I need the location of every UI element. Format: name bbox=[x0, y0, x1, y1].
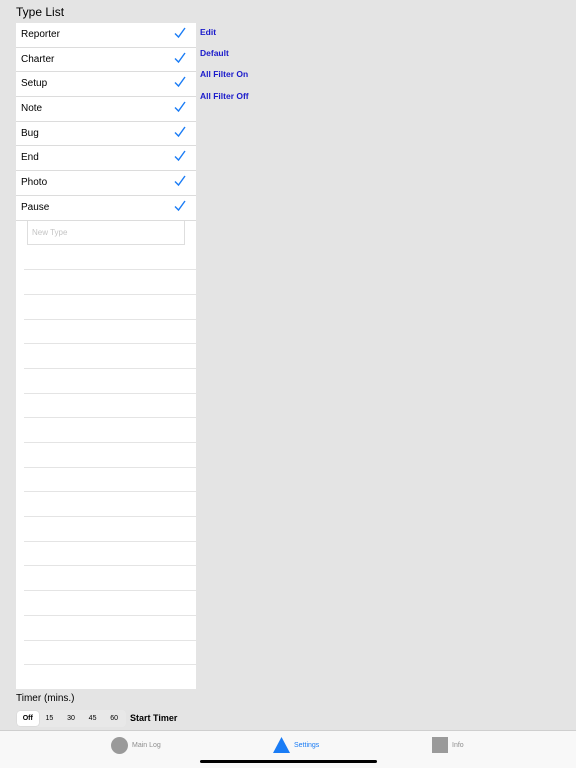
all-filter-off-button[interactable]: All Filter Off bbox=[200, 91, 249, 101]
timer-option-30[interactable]: 30 bbox=[60, 711, 82, 726]
type-list: Reporter Charter Setup Note Bug End Phot… bbox=[16, 23, 196, 689]
home-indicator bbox=[200, 760, 377, 763]
tab-label: Info bbox=[452, 741, 464, 749]
timer-option-60[interactable]: 60 bbox=[103, 711, 125, 726]
checkmark-icon bbox=[174, 27, 186, 39]
type-label: Photo bbox=[21, 177, 48, 189]
checkmark-icon bbox=[174, 200, 186, 211]
empty-row bbox=[24, 665, 196, 689]
empty-row bbox=[24, 270, 196, 295]
type-row-note[interactable]: Note bbox=[16, 97, 196, 122]
timer-label: Timer (mins.) bbox=[16, 693, 75, 704]
timer-option-45[interactable]: 45 bbox=[82, 711, 104, 726]
empty-row bbox=[24, 394, 196, 419]
empty-row bbox=[24, 468, 196, 493]
timer-option-15[interactable]: 15 bbox=[39, 711, 61, 726]
type-label: Setup bbox=[21, 78, 48, 90]
type-label: Bug bbox=[21, 127, 39, 139]
default-button[interactable]: Default bbox=[200, 48, 229, 58]
new-type-input[interactable] bbox=[27, 220, 185, 245]
tab-settings[interactable]: Settings bbox=[273, 737, 319, 753]
type-label: Pause bbox=[21, 201, 50, 213]
empty-row bbox=[24, 591, 196, 616]
type-row-setup[interactable]: Setup bbox=[16, 72, 196, 98]
timer-option-off[interactable]: Off bbox=[17, 711, 39, 726]
empty-row bbox=[24, 517, 196, 542]
empty-row bbox=[24, 320, 196, 345]
tab-label: Settings bbox=[294, 741, 320, 749]
type-row-reporter[interactable]: Reporter bbox=[16, 23, 196, 48]
empty-row bbox=[24, 492, 196, 518]
section-title: Type List bbox=[16, 5, 65, 19]
empty-row bbox=[24, 246, 196, 271]
checkmark-icon bbox=[174, 76, 186, 88]
empty-row bbox=[24, 641, 196, 666]
empty-row bbox=[24, 566, 196, 592]
start-timer-button[interactable]: Start Timer bbox=[130, 713, 177, 723]
tab-info[interactable]: Info bbox=[432, 737, 464, 753]
triangle-icon bbox=[273, 737, 290, 753]
type-row-charter[interactable]: Charter bbox=[16, 48, 196, 73]
tab-label: Main Log bbox=[132, 742, 161, 749]
checkmark-icon bbox=[174, 151, 186, 162]
checkmark-icon bbox=[174, 52, 186, 63]
square-icon bbox=[432, 737, 448, 753]
empty-row bbox=[24, 295, 196, 320]
timer-segmented-control: Off 15 30 45 60 bbox=[16, 710, 126, 727]
type-row-end[interactable]: End bbox=[16, 146, 196, 172]
empty-row bbox=[24, 369, 196, 394]
type-label: Reporter bbox=[21, 29, 60, 40]
new-type-row bbox=[16, 220, 196, 246]
empty-row bbox=[24, 344, 196, 369]
checkmark-icon bbox=[174, 101, 186, 113]
tab-main-log[interactable]: Main Log bbox=[111, 737, 161, 754]
empty-row bbox=[24, 443, 196, 468]
checkmark-icon bbox=[174, 126, 186, 137]
type-row-bug[interactable]: Bug bbox=[16, 122, 196, 147]
empty-row bbox=[24, 616, 196, 641]
all-filter-on-button[interactable]: All Filter On bbox=[200, 69, 248, 79]
checkmark-icon bbox=[174, 175, 186, 187]
edit-button[interactable]: Edit bbox=[200, 27, 216, 37]
type-label: End bbox=[21, 152, 39, 164]
type-row-pause[interactable]: Pause bbox=[16, 196, 196, 221]
type-row-photo[interactable]: Photo bbox=[16, 171, 196, 196]
type-label: Note bbox=[21, 103, 43, 115]
empty-row bbox=[24, 542, 196, 567]
type-label: Charter bbox=[21, 53, 55, 65]
circle-icon bbox=[111, 737, 128, 754]
empty-row bbox=[24, 418, 196, 443]
